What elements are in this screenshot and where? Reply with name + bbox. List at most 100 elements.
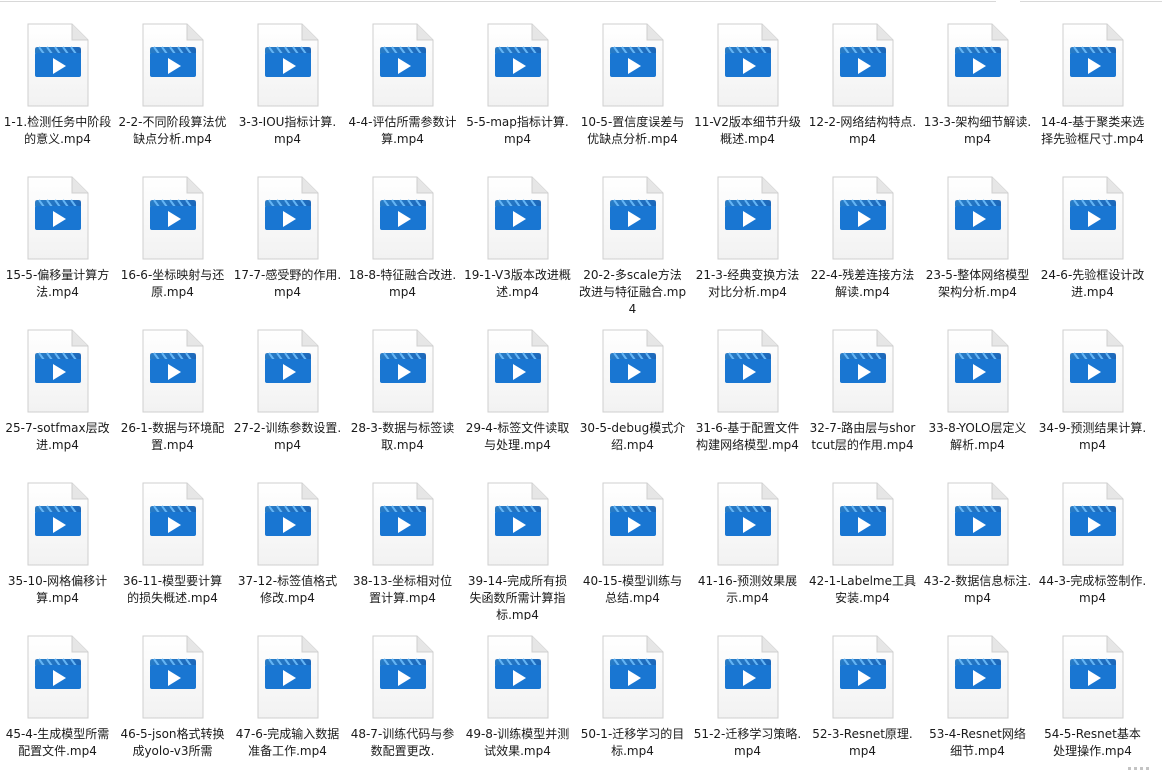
file-item[interactable]: 25-7-sotfmax层改进.mp4 (0, 314, 115, 467)
video-file-icon (601, 175, 665, 261)
file-name: 11-V2版本细节升级概述.mp4 (694, 115, 801, 146)
file-item[interactable]: 48-7-训练代码与参数配置更改. (345, 620, 460, 773)
file-item[interactable]: 49-8-训练模型并测试效果.mp4 (460, 620, 575, 773)
file-name: 36-11-模型要计算的损失概述.mp4 (122, 574, 223, 605)
file-item[interactable]: 42-1-Labelme工具安装.mp4 (805, 467, 920, 620)
file-item[interactable]: 33-8-YOLO层定义解析.mp4 (920, 314, 1035, 467)
file-item[interactable]: 3-3-IOU指标计算.mp4 (230, 8, 345, 161)
file-item[interactable]: 30-5-debug模式介绍.mp4 (575, 314, 690, 467)
file-name: 53-4-Resnet网络细节.mp4 (929, 727, 1026, 758)
file-item[interactable]: 19-1-V3版本改进概述.mp4 (460, 161, 575, 314)
file-item[interactable]: 50-1-迁移学习的目标.mp4 (575, 620, 690, 773)
file-item[interactable]: 35-10-网格偏移计算.mp4 (0, 467, 115, 620)
video-file-icon (831, 634, 895, 720)
file-name: 54-5-Resnet基本处理操作.mp4 (1044, 727, 1141, 758)
video-file-icon (371, 481, 435, 567)
video-file-icon (946, 22, 1010, 108)
file-item[interactable]: 34-9-预测结果计算.mp4 (1035, 314, 1150, 467)
file-item[interactable]: 52-3-Resnet原理.mp4 (805, 620, 920, 773)
file-name: 12-2-网络结构特点.mp4 (808, 115, 917, 146)
video-file-icon (371, 634, 435, 720)
video-file-icon (141, 328, 205, 414)
video-file-icon (601, 634, 665, 720)
video-file-icon (1061, 175, 1125, 261)
file-item[interactable]: 15-5-偏移量计算方法.mp4 (0, 161, 115, 314)
video-file-icon (1061, 634, 1125, 720)
file-item[interactable]: 2-2-不同阶段算法优缺点分析.mp4 (115, 8, 230, 161)
file-item[interactable]: 32-7-路由层与shortcut层的作用.mp4 (805, 314, 920, 467)
file-item[interactable]: 17-7-感受野的作用.mp4 (230, 161, 345, 314)
file-item[interactable]: 24-6-先验框设计改进.mp4 (1035, 161, 1150, 314)
file-item[interactable]: 18-8-特征融合改进.mp4 (345, 161, 460, 314)
video-file-icon (26, 175, 90, 261)
file-item[interactable]: 20-2-多scale方法改进与特征融合.mp4 (575, 161, 690, 314)
file-item[interactable]: 45-4-生成模型所需配置文件.mp4 (0, 620, 115, 773)
file-item[interactable]: 27-2-训练参数设置.mp4 (230, 314, 345, 467)
file-name: 10-5-置信度误差与优缺点分析.mp4 (580, 115, 685, 146)
file-item[interactable]: 11-V2版本细节升级概述.mp4 (690, 8, 805, 161)
file-name: 13-3-架构细节解读.mp4 (923, 115, 1032, 146)
file-item[interactable]: 12-2-网络结构特点.mp4 (805, 8, 920, 161)
file-name: 48-7-训练代码与参数配置更改. (350, 727, 455, 758)
file-name: 15-5-偏移量计算方法.mp4 (5, 268, 110, 299)
video-file-icon (486, 634, 550, 720)
file-name: 49-8-训练模型并测试效果.mp4 (465, 727, 570, 758)
video-file-icon (26, 328, 90, 414)
file-name: 29-4-标签文件读取与处理.mp4 (465, 421, 570, 452)
file-item[interactable]: 22-4-残差连接方法解读.mp4 (805, 161, 920, 314)
video-file-icon (141, 22, 205, 108)
file-item[interactable]: 47-6-完成输入数据准备工作.mp4 (230, 620, 345, 773)
file-item[interactable]: 5-5-map指标计算.mp4 (460, 8, 575, 161)
file-item[interactable]: 46-5-json格式转换成yolo-v3所需 (115, 620, 230, 773)
file-name: 39-14-完成所有损失函数所需计算指标.mp4 (467, 574, 568, 620)
file-name: 31-6-基于配置文件构建网络模型.mp4 (695, 421, 800, 452)
video-file-icon (141, 634, 205, 720)
video-file-icon (601, 22, 665, 108)
file-item[interactable]: 10-5-置信度误差与优缺点分析.mp4 (575, 8, 690, 161)
file-name: 25-7-sotfmax层改进.mp4 (5, 421, 110, 452)
file-item[interactable]: 4-4-评估所需参数计算.mp4 (345, 8, 460, 161)
file-item[interactable]: 41-16-预测效果展示.mp4 (690, 467, 805, 620)
file-item[interactable]: 39-14-完成所有损失函数所需计算指标.mp4 (460, 467, 575, 620)
file-name: 52-3-Resnet原理.mp4 (812, 727, 913, 758)
video-file-icon (831, 481, 895, 567)
video-file-icon (1061, 22, 1125, 108)
file-item[interactable]: 51-2-迁移学习策略.mp4 (690, 620, 805, 773)
file-name: 28-3-数据与标签读取.mp4 (350, 421, 455, 452)
file-name: 41-16-预测效果展示.mp4 (697, 574, 798, 605)
file-name: 27-2-训练参数设置.mp4 (233, 421, 342, 452)
file-name: 47-6-完成输入数据准备工作.mp4 (235, 727, 340, 758)
file-name: 40-15-模型训练与总结.mp4 (582, 574, 683, 605)
video-file-icon (141, 175, 205, 261)
resize-grip[interactable] (1128, 765, 1158, 771)
video-file-icon (26, 634, 90, 720)
file-item[interactable]: 37-12-标签值格式修改.mp4 (230, 467, 345, 620)
file-name: 46-5-json格式转换成yolo-v3所需 (120, 727, 225, 758)
file-item[interactable]: 14-4-基于聚类来选择先验框尺寸.mp4 (1035, 8, 1150, 161)
file-item[interactable]: 16-6-坐标映射与还原.mp4 (115, 161, 230, 314)
file-item[interactable]: 1-1.检测任务中阶段的意义.mp4 (0, 8, 115, 161)
file-name: 17-7-感受野的作用.mp4 (233, 268, 342, 299)
file-item[interactable]: 28-3-数据与标签读取.mp4 (345, 314, 460, 467)
file-item[interactable]: 23-5-整体网络模型架构分析.mp4 (920, 161, 1035, 314)
file-item[interactable]: 40-15-模型训练与总结.mp4 (575, 467, 690, 620)
file-item[interactable]: 31-6-基于配置文件构建网络模型.mp4 (690, 314, 805, 467)
file-name: 23-5-整体网络模型架构分析.mp4 (925, 268, 1030, 299)
file-item[interactable]: 26-1-数据与环境配置.mp4 (115, 314, 230, 467)
file-item[interactable]: 38-13-坐标相对位置计算.mp4 (345, 467, 460, 620)
video-file-icon (26, 481, 90, 567)
file-grid: 1-1.检测任务中阶段的意义.mp4 2-2-不同阶段算法优缺点分析.mp4 3… (0, 8, 1150, 773)
file-item[interactable]: 53-4-Resnet网络细节.mp4 (920, 620, 1035, 773)
file-item[interactable]: 44-3-完成标签制作.mp4 (1035, 467, 1150, 620)
file-name: 2-2-不同阶段算法优缺点分析.mp4 (118, 115, 227, 146)
divider-segment (1020, 1, 1162, 2)
file-item[interactable]: 54-5-Resnet基本处理操作.mp4 (1035, 620, 1150, 773)
file-item[interactable]: 43-2-数据信息标注.mp4 (920, 467, 1035, 620)
file-item[interactable]: 29-4-标签文件读取与处理.mp4 (460, 314, 575, 467)
file-name: 30-5-debug模式介绍.mp4 (579, 421, 686, 452)
file-item[interactable]: 13-3-架构细节解读.mp4 (920, 8, 1035, 161)
file-item[interactable]: 21-3-经典变换方法对比分析.mp4 (690, 161, 805, 314)
video-file-icon (946, 328, 1010, 414)
file-item[interactable]: 36-11-模型要计算的损失概述.mp4 (115, 467, 230, 620)
video-file-icon (1061, 328, 1125, 414)
